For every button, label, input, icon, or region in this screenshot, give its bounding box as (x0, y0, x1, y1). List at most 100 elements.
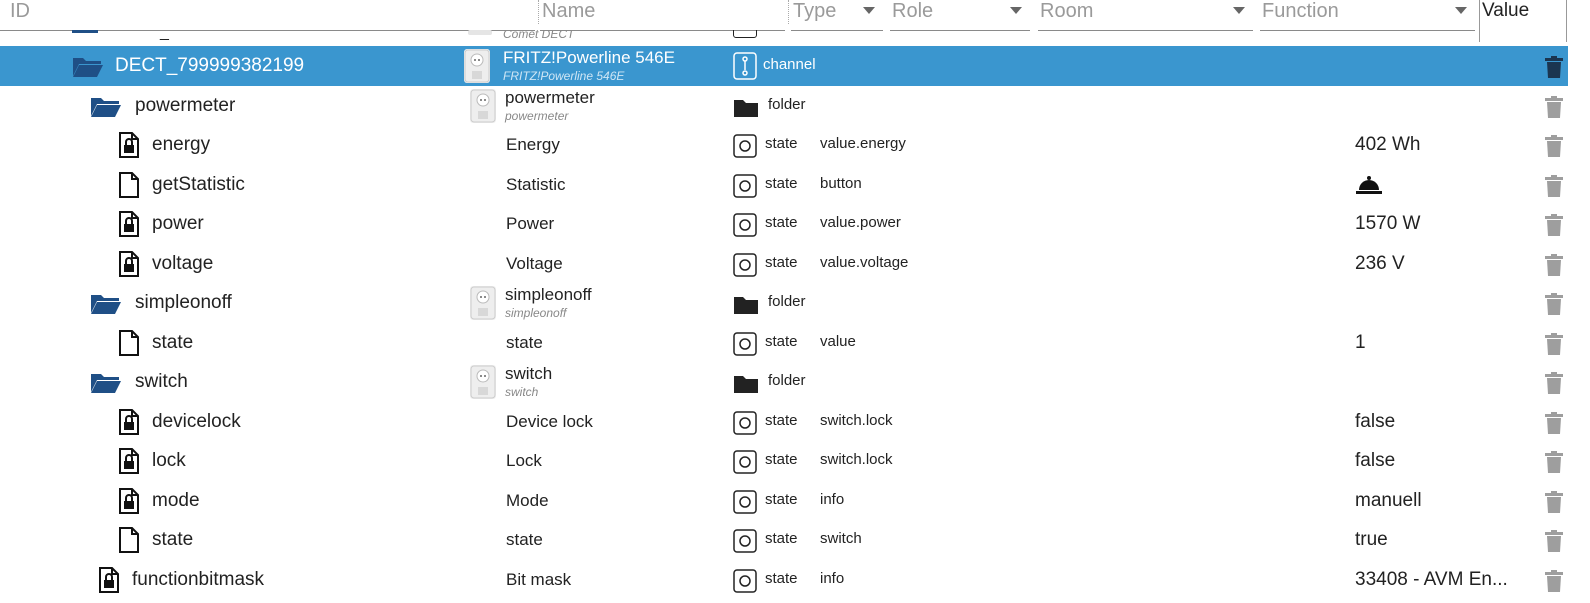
object-value[interactable]: 402 Wh (1355, 134, 1420, 156)
table-row[interactable]: energy Energy state value.energy 402 Wh (0, 125, 1568, 165)
object-name: Energy (506, 135, 560, 154)
type-select[interactable]: Type (791, 0, 883, 31)
state-icon (733, 568, 757, 593)
file-lock-icon (118, 132, 140, 163)
object-name: Power (506, 214, 555, 233)
object-name: state (506, 530, 543, 549)
trash-icon[interactable] (1545, 253, 1563, 276)
id-filter-placeholder: ID (10, 0, 30, 22)
file-lock-icon (118, 448, 140, 479)
file-lock-icon (118, 211, 140, 242)
state-icon (733, 213, 757, 237)
object-type: state (765, 135, 798, 152)
table-row[interactable]: switch switch switch folder (0, 362, 1568, 402)
room-select[interactable]: Room (1038, 0, 1253, 31)
object-role: value (820, 332, 856, 350)
object-value[interactable]: 33408 - AVM En... (1355, 569, 1508, 591)
room-select-placeholder: Room (1040, 0, 1094, 22)
table-row[interactable]: powermeter powermeter powermeter folder (0, 86, 1568, 126)
object-id: functionbitmask (132, 568, 265, 590)
table-row[interactable]: DECT_799999382199 FRITZ!Powerline 546E FRI… (0, 46, 1568, 86)
folder-icon (72, 30, 98, 33)
state-icon (733, 489, 757, 514)
object-value[interactable]: 236 V (1355, 253, 1405, 275)
object-id: state (152, 529, 194, 550)
object-id: getStatistic (152, 173, 245, 195)
table-row[interactable]: lock Lock state switch.lock false (0, 441, 1568, 481)
partial-row-name-sub: Comet DECT (503, 30, 575, 41)
object-name: simpleonoff (505, 285, 592, 304)
folder-icon (733, 98, 758, 122)
file-icon (118, 329, 140, 361)
object-name: Bit mask (506, 569, 572, 589)
file-lock-icon (98, 566, 120, 598)
state-icon (733, 252, 757, 277)
role-select[interactable]: Role (890, 0, 1030, 31)
name-filter[interactable]: Name (540, 0, 785, 31)
table-row[interactable]: devicelock Device lock state switch.lock fal… (0, 402, 1568, 442)
column-divider[interactable] (538, 0, 539, 24)
object-name-sub: powermeter (505, 108, 569, 123)
trash-icon[interactable] (1545, 214, 1563, 236)
trash-icon[interactable] (1545, 411, 1563, 434)
table-row[interactable]: mode Mode state info manuell (0, 481, 1568, 521)
state-icon (733, 450, 757, 474)
state-icon (733, 134, 757, 158)
table-row[interactable]: getStatistic Statistic state button (0, 165, 1568, 205)
trash-icon[interactable] (1545, 490, 1563, 513)
trash-icon[interactable] (1545, 293, 1563, 315)
file-lock-icon (118, 487, 140, 519)
table-row[interactable]: state state state switch true (0, 520, 1568, 560)
table-row[interactable]: state state state value 1 (0, 323, 1568, 363)
object-id: mode (152, 489, 200, 511)
trash-icon[interactable] (1545, 372, 1563, 394)
trash-icon[interactable] (1545, 135, 1563, 157)
object-value[interactable]: 1570 W (1355, 213, 1420, 235)
object-type: state (765, 214, 798, 231)
chevron-down-icon (1233, 7, 1245, 14)
object-id: lock (152, 450, 186, 471)
object-value[interactable]: true (1355, 529, 1388, 551)
table-row[interactable]: simpleonoff simpleonoff simpleonoff folder (0, 283, 1568, 323)
trash-icon[interactable] (1545, 174, 1563, 197)
table-header: ID Name Type Role Room Function Value (0, 0, 1590, 42)
state-icon (733, 529, 757, 553)
type-select-placeholder: Type (793, 0, 837, 22)
trash-icon[interactable] (1545, 56, 1563, 78)
file-lock-icon (118, 408, 140, 440)
object-type: state (765, 332, 798, 350)
object-value[interactable]: false (1355, 450, 1395, 472)
object-value[interactable]: 1 (1355, 332, 1366, 354)
file-icon (118, 527, 140, 558)
state-icon (733, 331, 757, 356)
device-image (470, 286, 496, 320)
object-id: energy (152, 134, 211, 155)
table-row[interactable]: power Power state value.power 1570 W (0, 204, 1568, 244)
channel-icon (733, 52, 757, 80)
folder-open-icon (90, 370, 122, 399)
table-row[interactable]: functionbitmask Bit mask state info 33408 - … (0, 560, 1568, 600)
object-id: voltage (152, 252, 214, 274)
trash-icon[interactable] (1545, 95, 1563, 118)
object-name: Lock (506, 451, 542, 470)
function-select[interactable]: Function (1260, 0, 1475, 31)
object-name-sub: FRITZ!Powerline 546E (503, 69, 625, 83)
device-image (470, 88, 496, 123)
column-divider[interactable] (788, 0, 789, 24)
trash-icon[interactable] (1545, 451, 1563, 473)
object-type: folder (768, 293, 806, 310)
table-row[interactable]: voltage Voltage state value.voltage 236 V (0, 244, 1568, 284)
trash-icon[interactable] (1545, 530, 1563, 552)
object-value[interactable]: manuell (1355, 490, 1422, 512)
object-id: switch (135, 371, 188, 392)
object-type: folder (768, 95, 806, 113)
id-filter[interactable]: ID (0, 0, 535, 31)
trash-icon[interactable] (1545, 332, 1563, 355)
object-value[interactable]: false (1355, 411, 1395, 433)
list-item[interactable]: _ Comet DECT (0, 30, 1568, 44)
bell-icon[interactable] (1355, 175, 1383, 200)
trash-icon[interactable] (1545, 569, 1563, 592)
object-role: button (820, 174, 862, 192)
object-type: channel (763, 56, 816, 73)
object-id: DECT_799999382199 (115, 55, 305, 76)
